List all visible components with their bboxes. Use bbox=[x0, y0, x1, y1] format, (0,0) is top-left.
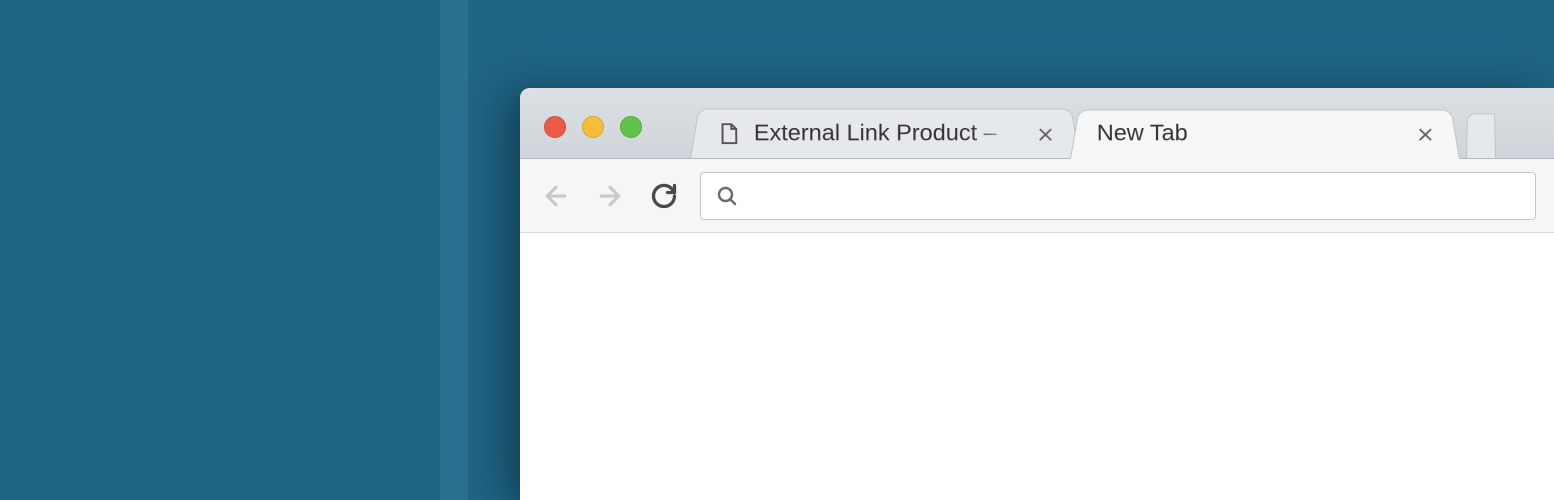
window-controls bbox=[544, 116, 642, 138]
tab-active[interactable]: New Tab bbox=[1070, 110, 1460, 159]
page-content bbox=[520, 233, 1554, 500]
tab-title: External Link Product – bbox=[754, 120, 1026, 147]
close-tab-icon[interactable] bbox=[1036, 124, 1056, 143]
background-divider bbox=[440, 0, 468, 500]
tab-inactive[interactable]: External Link Product – bbox=[690, 109, 1080, 158]
address-bar[interactable] bbox=[700, 172, 1536, 220]
forward-button[interactable] bbox=[592, 178, 628, 214]
tab-strip: External Link Product – New Tab bbox=[690, 88, 1496, 158]
reload-button[interactable] bbox=[646, 178, 682, 214]
close-tab-icon[interactable] bbox=[1416, 124, 1436, 143]
toolbar bbox=[520, 159, 1554, 233]
tab-title: New Tab bbox=[1097, 120, 1406, 146]
minimize-window-button[interactable] bbox=[582, 116, 604, 138]
address-input[interactable] bbox=[749, 183, 1521, 209]
tab-stub[interactable] bbox=[1466, 113, 1496, 158]
back-button[interactable] bbox=[538, 178, 574, 214]
titlebar: External Link Product – New Tab bbox=[520, 88, 1554, 159]
file-icon bbox=[717, 122, 741, 145]
close-window-button[interactable] bbox=[544, 116, 566, 138]
browser-window: External Link Product – New Tab bbox=[520, 88, 1554, 500]
maximize-window-button[interactable] bbox=[620, 116, 642, 138]
search-icon bbox=[715, 184, 739, 208]
